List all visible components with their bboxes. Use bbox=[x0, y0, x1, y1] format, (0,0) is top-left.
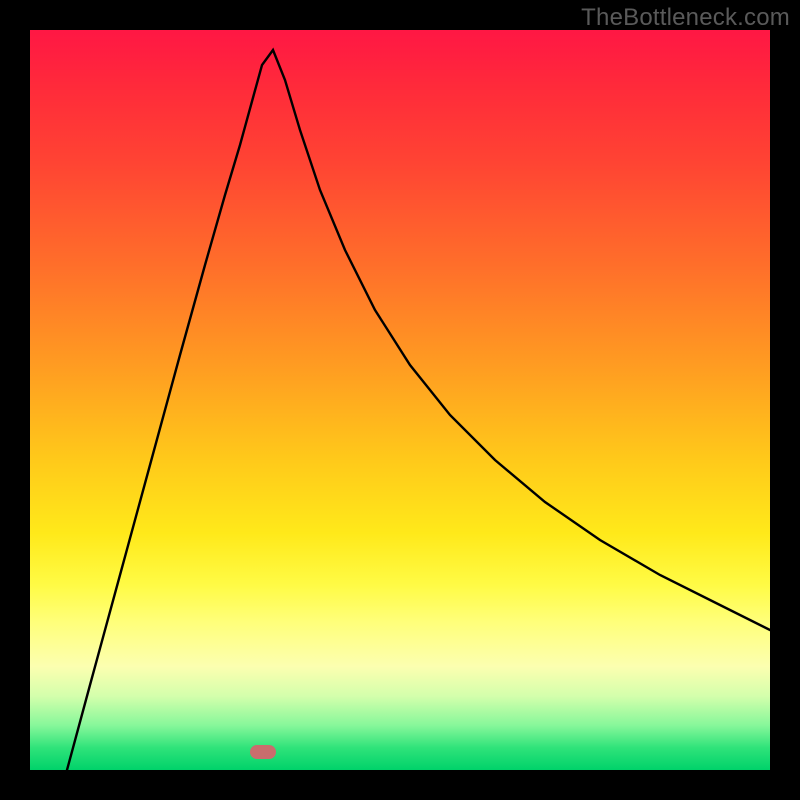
chart-frame: TheBottleneck.com bbox=[0, 0, 800, 800]
curve-svg bbox=[30, 30, 770, 770]
watermark-text: TheBottleneck.com bbox=[581, 4, 790, 32]
bottleneck-curve bbox=[67, 50, 770, 770]
optimum-marker bbox=[250, 745, 276, 759]
plot-area bbox=[30, 30, 770, 770]
